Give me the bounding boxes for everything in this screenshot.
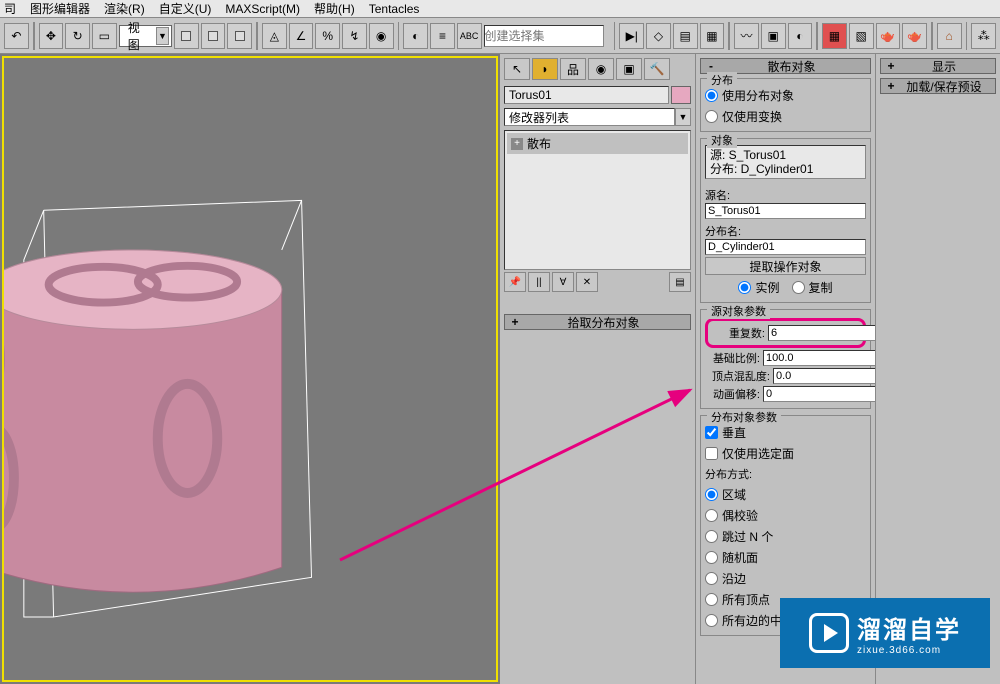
stack-btn-3[interactable]: ∀ bbox=[552, 272, 574, 292]
use-selected-faces-check[interactable] bbox=[705, 447, 718, 460]
menu-render[interactable]: 渲染(R) bbox=[104, 0, 145, 17]
rotate-button[interactable]: ↻ bbox=[65, 23, 90, 49]
undo-button[interactable]: ↶ bbox=[4, 23, 29, 49]
scale-button[interactable]: ▭ bbox=[92, 23, 117, 49]
render-button[interactable]: 🫖 bbox=[876, 23, 901, 49]
create-tab[interactable]: ↖ bbox=[504, 58, 530, 80]
layers-button[interactable]: ▤ bbox=[673, 23, 698, 49]
display-rollout-header[interactable]: + 显示 bbox=[880, 58, 996, 74]
named-sel-button[interactable]: ◉ bbox=[369, 23, 394, 49]
modifier-panel: ↖ ◗ 品 ◉ ▣ 🔨 ▼ + 散布 📌 || ∀ ✕ ▤ bbox=[500, 54, 696, 684]
scatter-rollout-panel: - 散布对象 分布 使用分布对象 仅使用变换 对象 源: S_Torus01 分… bbox=[696, 54, 876, 684]
modifier-stack[interactable]: + 散布 bbox=[504, 130, 691, 270]
menu-help[interactable]: 帮助(H) bbox=[314, 0, 355, 17]
schematic-button[interactable]: ▣ bbox=[761, 23, 786, 49]
copy-radio[interactable] bbox=[792, 281, 805, 294]
tool-b-button[interactable] bbox=[201, 23, 226, 49]
source-name-input[interactable] bbox=[705, 203, 866, 219]
base-scale-input[interactable] bbox=[763, 350, 876, 366]
render-frame-button[interactable]: ▧ bbox=[849, 23, 874, 49]
tool-c-button[interactable] bbox=[227, 23, 252, 49]
cylinder-object bbox=[4, 250, 282, 592]
material-editor-button[interactable]: ◐ bbox=[788, 23, 813, 49]
method-even-radio[interactable] bbox=[705, 509, 718, 522]
stack-btn-4[interactable]: ✕ bbox=[576, 272, 598, 292]
align-button[interactable]: ≡ bbox=[430, 23, 455, 49]
quick-render-button[interactable]: 🫖 bbox=[902, 23, 927, 49]
modify-tab[interactable]: ◗ bbox=[532, 58, 558, 80]
dist-name-input[interactable] bbox=[705, 239, 866, 255]
vertex-chaos-input[interactable] bbox=[773, 368, 876, 384]
play-icon bbox=[809, 613, 849, 653]
distribution-group: 分布 使用分布对象 仅使用变换 bbox=[700, 78, 871, 132]
configure-stack-button[interactable]: ▤ bbox=[669, 272, 691, 292]
menu-first-glyph[interactable]: 司 bbox=[4, 0, 16, 17]
selection-set-input[interactable] bbox=[484, 25, 604, 47]
objects-group: 对象 源: S_Torus01 分布: D_Cylinder01 源名: 分布名… bbox=[700, 138, 871, 303]
perpendicular-check[interactable] bbox=[705, 426, 718, 439]
angle-snap-button[interactable]: ∠ bbox=[289, 23, 314, 49]
layer-mgr-button[interactable]: ▦ bbox=[700, 23, 725, 49]
anim-offset-input[interactable] bbox=[763, 386, 876, 402]
view-combo[interactable]: 视图 ▼ bbox=[119, 25, 172, 47]
viewport[interactable] bbox=[0, 54, 500, 684]
method-area-radio[interactable] bbox=[705, 488, 718, 501]
grab-viewport-button[interactable]: ⌂ bbox=[937, 23, 962, 49]
right-panel: + 显示 + 加载/保存预设 bbox=[876, 54, 1000, 684]
motion-tab[interactable]: ◉ bbox=[588, 58, 614, 80]
hierarchy-tab[interactable]: 品 bbox=[560, 58, 586, 80]
render-setup-button[interactable]: ▦ bbox=[822, 23, 847, 49]
spinner-snap-button[interactable]: ↯ bbox=[342, 23, 367, 49]
pin-stack-button[interactable]: 📌 bbox=[504, 272, 526, 292]
curve-editor-button[interactable]: 〰 bbox=[734, 23, 759, 49]
objects-list[interactable]: 源: S_Torus01 分布: D_Cylinder01 bbox=[705, 145, 866, 179]
duplicates-input[interactable] bbox=[768, 325, 876, 341]
source-params-group: 源对象参数 重复数: ▲▼ 基础比例: ▲▼% 顶点混乱度: ▲▼ 动画偏移: bbox=[700, 309, 871, 409]
stack-btn-2[interactable]: || bbox=[528, 272, 550, 292]
modifier-list-combo[interactable] bbox=[504, 108, 675, 126]
duplicates-highlight: 重复数: ▲▼ bbox=[705, 318, 866, 348]
pick-dist-rollout-header[interactable]: + 拾取分布对象 bbox=[504, 314, 691, 330]
mirror-button[interactable]: ◐ bbox=[403, 23, 428, 49]
instance-radio[interactable] bbox=[738, 281, 751, 294]
percent-snap-button[interactable]: % bbox=[315, 23, 340, 49]
mirror-tool-button[interactable]: ▶| bbox=[619, 23, 644, 49]
extract-operand-button[interactable]: 提取操作对象 bbox=[705, 257, 866, 275]
object-name-input[interactable] bbox=[504, 86, 669, 104]
preset-rollout-header[interactable]: + 加载/保存预设 bbox=[880, 78, 996, 94]
method-random-face-radio[interactable] bbox=[705, 551, 718, 564]
utilities-tab[interactable]: 🔨 bbox=[644, 58, 670, 80]
modifier-list-arrow[interactable]: ▼ bbox=[675, 108, 691, 126]
object-color-swatch[interactable] bbox=[671, 86, 691, 104]
main-toolbar: ↶ ✥ ↻ ▭ 视图 ▼ ◬ ∠ % ↯ ◉ ◐ ≡ ABC ▶| ◇ ▤ ▦ … bbox=[0, 18, 1000, 54]
menu-tentacles[interactable]: Tentacles bbox=[369, 2, 420, 16]
tool-a-button[interactable] bbox=[174, 23, 199, 49]
only-transform-radio[interactable] bbox=[705, 110, 718, 123]
method-all-vertex-radio[interactable] bbox=[705, 593, 718, 606]
method-edge-mid-radio[interactable] bbox=[705, 614, 718, 627]
snap-button[interactable]: ◬ bbox=[262, 23, 287, 49]
reactor-button[interactable]: ⁂ bbox=[971, 23, 996, 49]
stack-item-scatter[interactable]: + 散布 bbox=[507, 133, 688, 154]
text-button[interactable]: ABC bbox=[457, 23, 482, 49]
menu-maxscript[interactable]: MAXScript(M) bbox=[225, 2, 300, 16]
method-along-edge-radio[interactable] bbox=[705, 572, 718, 585]
menu-graphics-editor[interactable]: 图形编辑器 bbox=[30, 0, 90, 17]
align-tool-button[interactable]: ◇ bbox=[646, 23, 671, 49]
menu-customize[interactable]: 自定义(U) bbox=[159, 0, 212, 17]
display-tab[interactable]: ▣ bbox=[616, 58, 642, 80]
method-skip-radio[interactable] bbox=[705, 530, 718, 543]
expand-icon[interactable]: + bbox=[511, 138, 523, 150]
viewport-canvas bbox=[4, 58, 496, 680]
watermark: 溜溜自学 zixue.3d66.com bbox=[780, 598, 990, 668]
use-dist-obj-radio[interactable] bbox=[705, 89, 718, 102]
menubar: 司 图形编辑器 渲染(R) 自定义(U) MAXScript(M) 帮助(H) … bbox=[0, 0, 1000, 18]
move-button[interactable]: ✥ bbox=[39, 23, 64, 49]
